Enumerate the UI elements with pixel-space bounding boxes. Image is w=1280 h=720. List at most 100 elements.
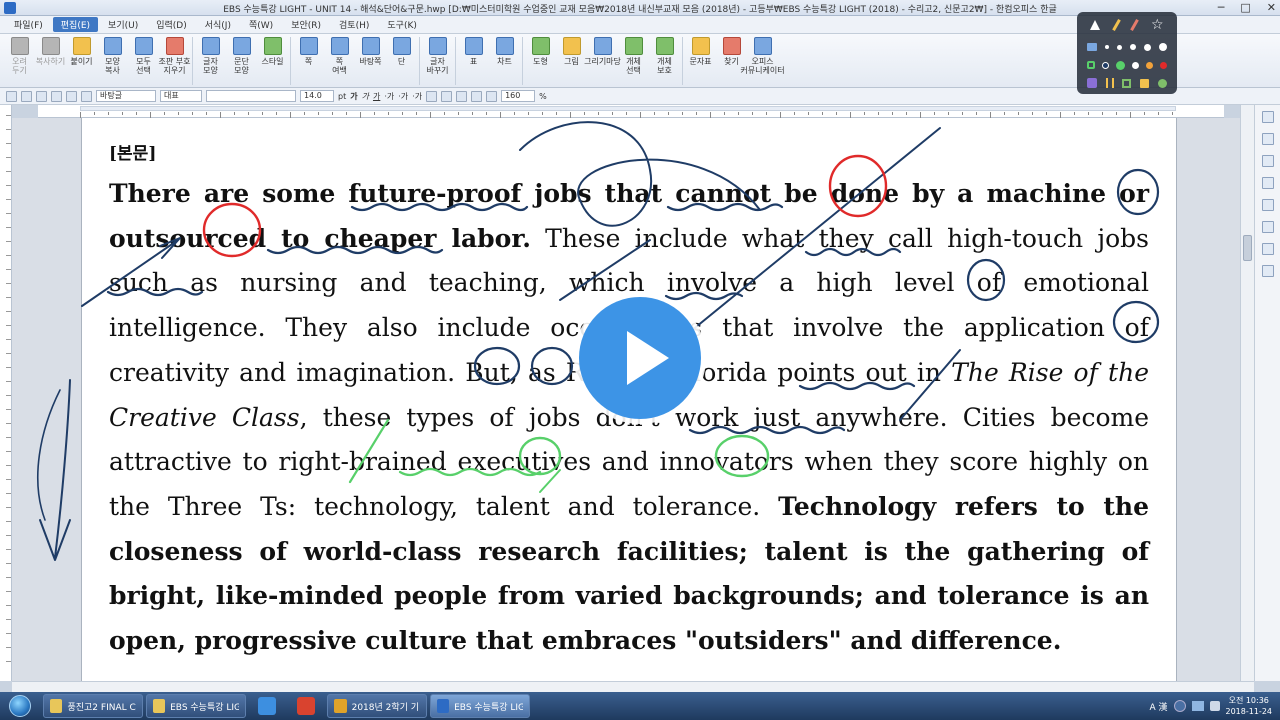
font-language-select[interactable]: 대표	[160, 90, 202, 102]
ribbon-button-0-0[interactable]: 오려 두기	[4, 34, 35, 86]
highlight-button[interactable]: ·가	[412, 91, 422, 102]
print-icon[interactable]	[51, 90, 62, 102]
side-panel-icon[interactable]	[1262, 221, 1274, 233]
italic-button[interactable]: 가	[362, 91, 369, 102]
ribbon-button-4-0[interactable]: 표	[458, 34, 489, 86]
size-dot-5[interactable]	[1159, 43, 1167, 51]
strike-button[interactable]: ·가	[384, 91, 394, 102]
ribbon-button-6-2[interactable]: 오피스 커뮤니케이터	[740, 34, 785, 86]
line-spacing-icon[interactable]	[486, 90, 498, 102]
ime-indicator[interactable]: A 漢	[1149, 700, 1167, 713]
taskbar-item-4[interactable]: 2018년 2학기 기...	[327, 694, 427, 718]
scrollbar-thumb[interactable]	[1243, 235, 1252, 261]
color-white[interactable]	[1132, 61, 1140, 69]
redo-icon[interactable]	[81, 90, 92, 102]
size-dot-3[interactable]	[1130, 44, 1136, 50]
size-dot-1[interactable]	[1105, 45, 1109, 49]
style-select[interactable]: 바탕글	[96, 90, 156, 102]
side-panel-icon[interactable]	[1262, 155, 1274, 167]
horizontal-scrollbar[interactable]	[12, 681, 1254, 692]
volume-icon[interactable]	[1209, 701, 1220, 711]
help-icon[interactable]	[1173, 700, 1186, 712]
undo-icon[interactable]	[66, 90, 77, 102]
ribbon-button-1-2[interactable]: 스타일	[257, 34, 288, 86]
side-panel-icon[interactable]	[1262, 177, 1274, 189]
size-dot-4[interactable]	[1144, 43, 1151, 51]
align-left-icon[interactable]	[441, 90, 453, 102]
layers-icon[interactable]	[1086, 61, 1095, 69]
ribbon-button-5-4[interactable]: 개체 보호	[649, 34, 680, 86]
ribbon-button-0-1[interactable]: 복사하기	[35, 34, 66, 86]
open-folder-icon[interactable]	[21, 90, 32, 102]
menu-item-2[interactable]: 보기(U)	[100, 17, 146, 32]
menu-item-3[interactable]: 입력(D)	[148, 17, 195, 32]
align-center-icon[interactable]	[456, 90, 468, 102]
side-panel-icon[interactable]	[1262, 199, 1274, 211]
taskbar-item-1[interactable]: EBS 수능특강 LIG...	[146, 694, 246, 718]
ribbon-button-1-1[interactable]: 문단 모양	[226, 34, 257, 86]
vertical-scrollbar[interactable]	[1240, 105, 1254, 681]
ribbon-button-5-1[interactable]: 그림	[556, 34, 587, 86]
ribbon-button-0-2[interactable]: 붙이기	[66, 34, 97, 86]
font-size-input[interactable]: 14.0	[300, 90, 334, 102]
taskbar-item-0[interactable]: 풍진고2 FINAL C...	[43, 694, 143, 718]
ribbon-button-0-5[interactable]: 조판 부호 지우기	[159, 34, 191, 86]
align-right-icon[interactable]	[471, 90, 483, 102]
menu-item-5[interactable]: 쪽(W)	[241, 17, 281, 32]
menu-item-6[interactable]: 보안(R)	[283, 17, 329, 32]
menu-item-0[interactable]: 파일(F)	[6, 17, 51, 32]
font-select[interactable]	[206, 90, 296, 102]
color-orange[interactable]	[1146, 61, 1154, 69]
ribbon-button-0-3[interactable]: 모양 복사	[97, 34, 128, 86]
taskbar-item-3[interactable]	[288, 694, 324, 718]
horizontal-ruler[interactable]	[38, 105, 1224, 118]
ribbon-button-5-0[interactable]: 도형	[525, 34, 556, 86]
align-justify-icon[interactable]	[426, 90, 438, 102]
ribbon-button-5-2[interactable]: 그리기마당	[584, 34, 621, 86]
size-dot-2[interactable]	[1117, 44, 1122, 50]
cursor-tool-icon[interactable]	[1090, 20, 1101, 30]
new-document-icon[interactable]	[6, 90, 17, 102]
color-lime[interactable]	[1157, 78, 1167, 88]
side-panel-icon[interactable]	[1262, 265, 1274, 277]
ribbon-button-4-1[interactable]: 차트	[489, 34, 520, 86]
vertical-ruler[interactable]	[0, 105, 12, 681]
taskbar-item-5[interactable]: EBS 수능특강 LIG...	[430, 694, 530, 718]
close-button[interactable]: ✕	[1267, 1, 1276, 14]
ribbon-button-6-0[interactable]: 문자표	[685, 34, 716, 86]
color-red[interactable]	[1160, 61, 1168, 69]
color-navy[interactable]	[1101, 61, 1109, 69]
star-tool-icon[interactable]: ☆	[1151, 18, 1164, 32]
side-panel-icon[interactable]	[1262, 133, 1274, 145]
ribbon-button-2-0[interactable]: 쪽	[293, 34, 324, 86]
eraser-tool-icon[interactable]	[1087, 43, 1097, 51]
line-icon[interactable]	[1105, 78, 1114, 88]
ribbon-button-5-3[interactable]: 개체 선택	[618, 34, 649, 86]
menu-item-1[interactable]: 편집(E)	[52, 17, 99, 32]
menu-item-4[interactable]: 서식(J)	[197, 17, 239, 32]
menu-item-8[interactable]: 도구(K)	[379, 17, 425, 32]
ribbon-button-3-0[interactable]: 글자 바꾸기	[422, 34, 453, 86]
taskbar-item-2[interactable]	[249, 694, 285, 718]
ribbon-button-1-0[interactable]: 글자 모양	[195, 34, 226, 86]
font-color-button[interactable]: ·가	[398, 91, 408, 102]
ribbon-button-2-2[interactable]: 바탕쪽	[355, 34, 386, 86]
save-icon[interactable]	[36, 90, 47, 102]
side-panel-icon[interactable]	[1262, 111, 1274, 123]
rect-icon[interactable]	[1122, 78, 1132, 88]
clock[interactable]: 오전 10:36 2018-11-24	[1226, 695, 1273, 717]
bold-button[interactable]: 가	[350, 91, 357, 102]
start-button[interactable]	[0, 692, 40, 720]
menu-item-7[interactable]: 검토(H)	[331, 17, 377, 32]
video-play-button[interactable]	[574, 292, 706, 424]
network-icon[interactable]	[1191, 701, 1204, 711]
ribbon-button-2-1[interactable]: 쪽 여백	[324, 34, 355, 86]
ribbon-button-2-3[interactable]: 단	[386, 34, 417, 86]
ribbon-button-0-4[interactable]: 모두 선택	[128, 34, 159, 86]
pen-tool-icon[interactable]	[1112, 19, 1122, 31]
fill-icon[interactable]	[1140, 78, 1150, 88]
marker-tool-icon[interactable]	[1130, 19, 1139, 31]
minimize-button[interactable]: ─	[1218, 1, 1225, 14]
maximize-button[interactable]: □	[1240, 1, 1250, 14]
zoom-input[interactable]: 160	[501, 90, 536, 102]
